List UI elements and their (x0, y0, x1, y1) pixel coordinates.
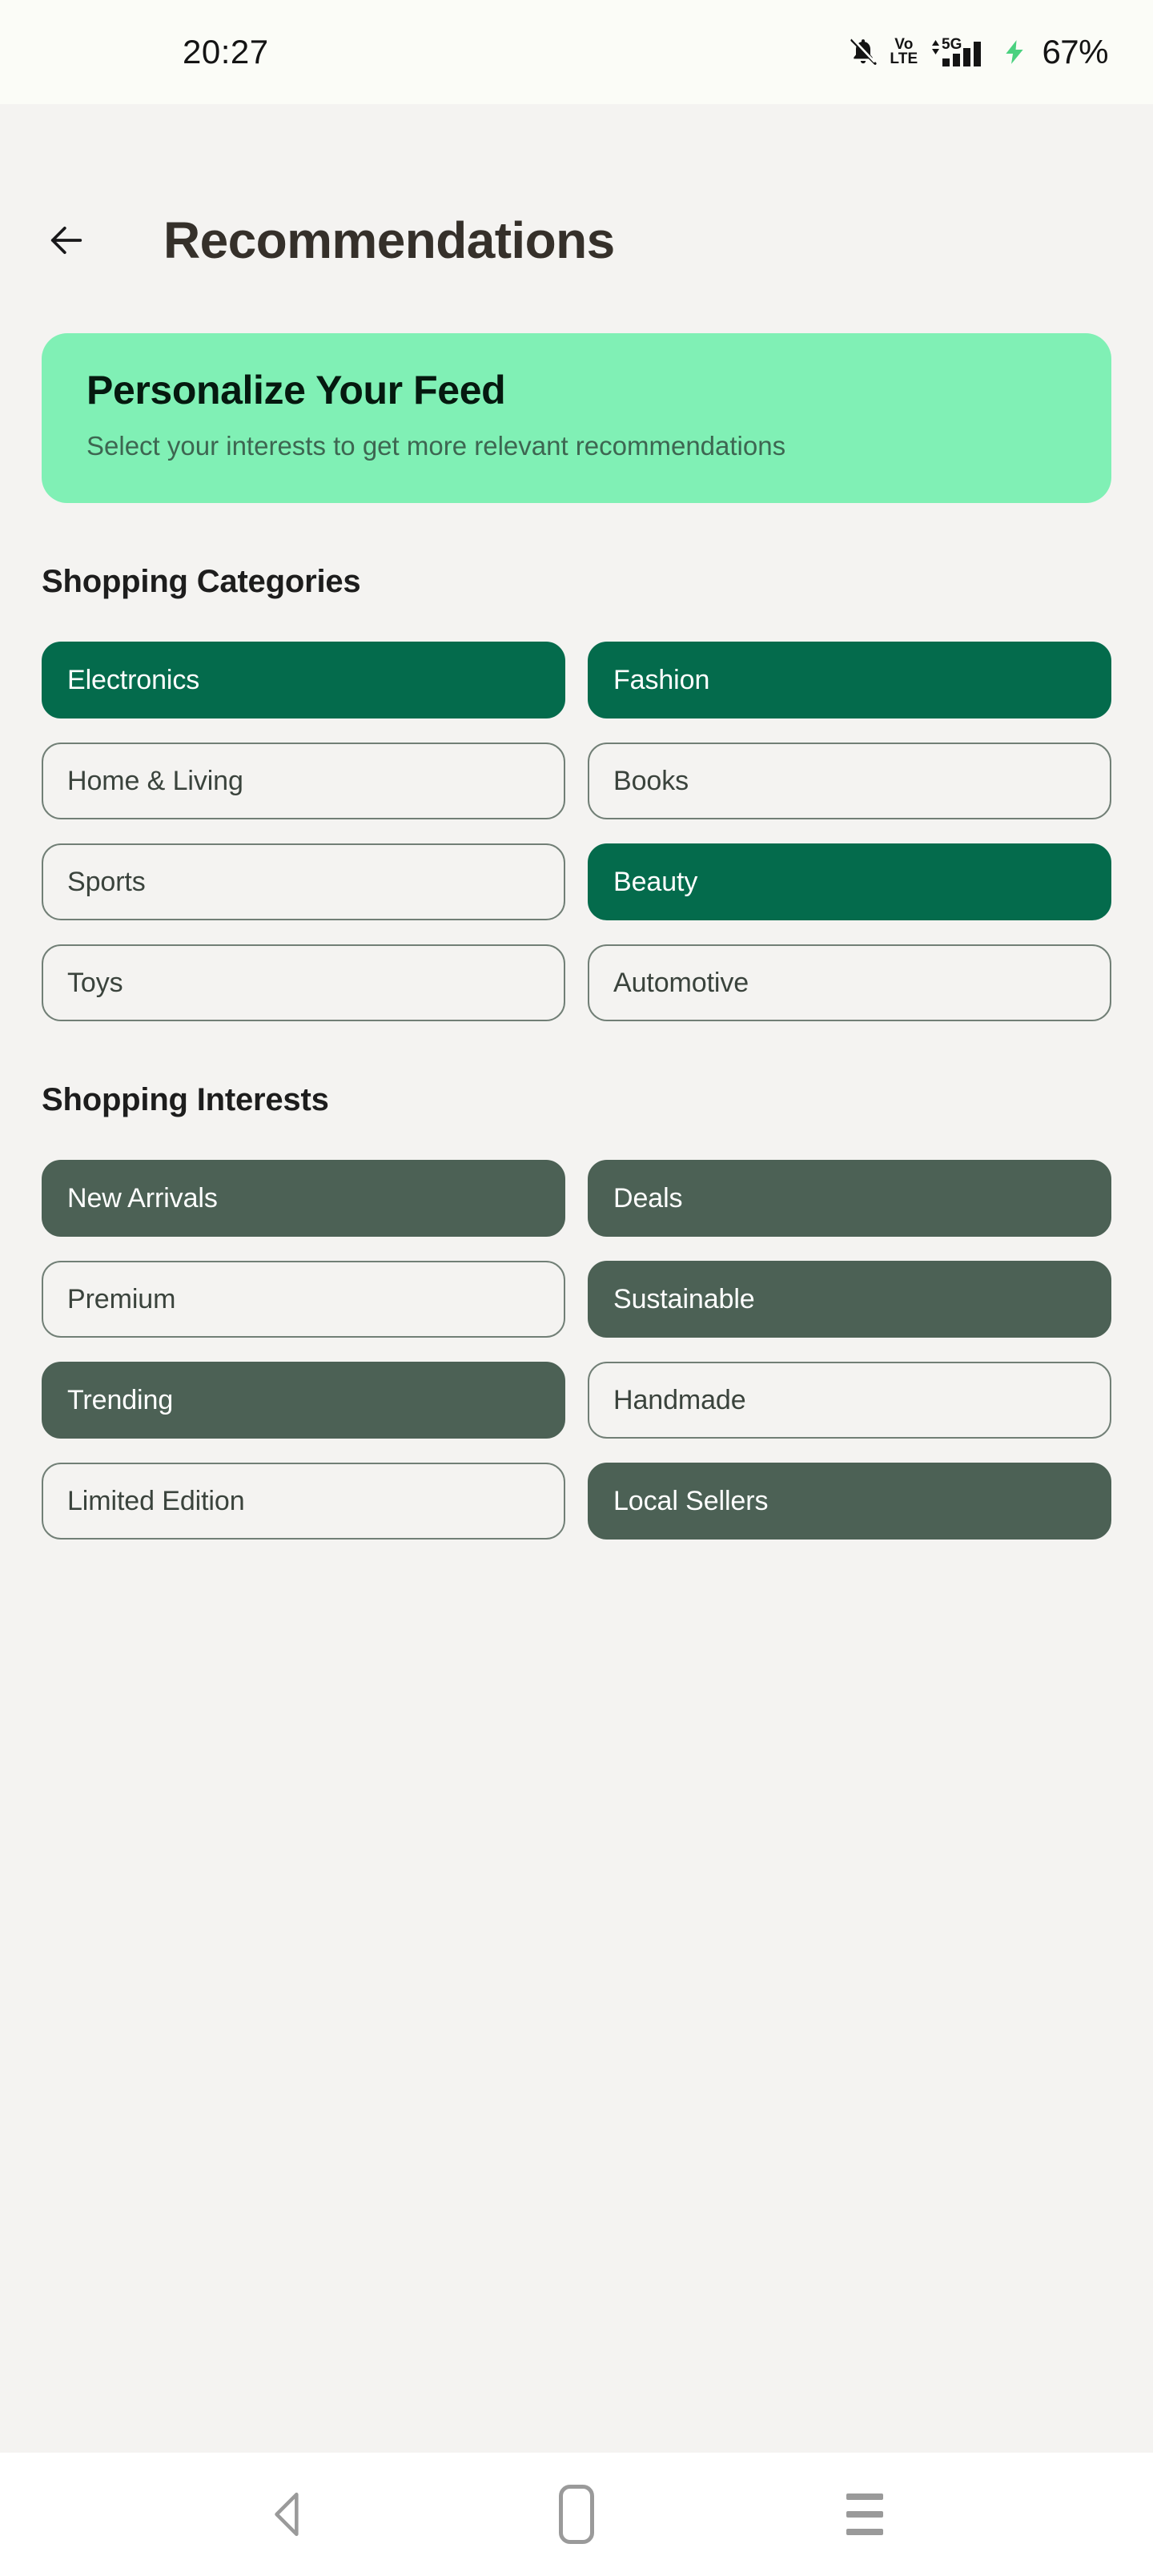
chip-label: Electronics (67, 664, 200, 695)
banner-title: Personalize Your Feed (86, 368, 506, 413)
chip-limited-edition[interactable]: Limited Edition (42, 1463, 565, 1540)
status-bar-icons: Vo LTE 5G 67% (847, 33, 1108, 71)
chip-automotive[interactable]: Automotive (588, 944, 1111, 1022)
chip-toys[interactable]: Toys (42, 944, 565, 1022)
chip-label: Automotive (613, 967, 749, 998)
chip-trending[interactable]: Trending (42, 1362, 565, 1439)
app-bar: Recommendations (42, 184, 1111, 296)
back-button[interactable] (37, 211, 96, 270)
page-title: Recommendations (163, 211, 615, 269)
chip-label: Home & Living (67, 765, 243, 796)
status-bar-clock: 20:27 (183, 33, 269, 70)
signal-5g-icon: 5G (928, 34, 990, 70)
volte-icon: Vo LTE (890, 35, 918, 67)
triangle-back-icon (275, 2492, 299, 2537)
shopping-interests-section: Shopping Interests New Arrivals Deals Pr… (42, 1082, 1111, 1540)
chip-label: Limited Edition (67, 1485, 245, 1516)
categories-chip-grid: Electronics Fashion Home & Living Books … (42, 642, 1111, 1022)
section-title-categories: Shopping Categories (42, 564, 361, 600)
banner-subtitle: Select your interests to get more releva… (86, 431, 786, 461)
chip-label: Beauty (613, 866, 698, 897)
chip-handmade[interactable]: Handmade (588, 1362, 1111, 1439)
section-title-interests: Shopping Interests (42, 1082, 329, 1118)
nav-home-button[interactable] (532, 2470, 621, 2558)
chip-label: Toys (67, 967, 123, 998)
charging-bolt-icon (1001, 34, 1028, 70)
chip-new-arrivals[interactable]: New Arrivals (42, 1160, 565, 1238)
phone-screen: 20:27 Vo LTE 5G 67% Recommendations Pers… (0, 0, 1153, 2576)
chip-label: Handmade (613, 1384, 746, 1415)
chip-label: Fashion (613, 664, 710, 695)
chip-electronics[interactable]: Electronics (42, 642, 565, 719)
chip-label: Trending (67, 1384, 174, 1415)
chip-label: Sustainable (613, 1283, 755, 1314)
svg-text:5G: 5G (942, 36, 962, 53)
chip-sports[interactable]: Sports (42, 843, 565, 921)
rounded-square-home-icon (559, 2485, 594, 2544)
chip-label: Local Sellers (613, 1485, 769, 1516)
arrow-left-icon (50, 226, 82, 255)
nav-recents-button[interactable] (821, 2470, 909, 2558)
notifications-muted-icon (847, 34, 879, 70)
chip-label: Premium (67, 1283, 176, 1314)
chip-fashion[interactable]: Fashion (588, 642, 1111, 719)
status-bar: 20:27 Vo LTE 5G 67% (0, 0, 1153, 104)
chip-label: Sports (67, 866, 146, 897)
chip-deals[interactable]: Deals (588, 1160, 1111, 1238)
nav-back-button[interactable] (244, 2470, 332, 2558)
chip-label: Deals (613, 1182, 683, 1214)
chip-beauty[interactable]: Beauty (588, 843, 1111, 921)
scroll-content: Recommendations Personalize Your Feed Se… (0, 104, 1153, 2453)
chip-label: Books (613, 765, 689, 796)
chip-home-living[interactable]: Home & Living (42, 743, 565, 820)
battery-percentage: 67% (1042, 33, 1108, 70)
chip-local-sellers[interactable]: Local Sellers (588, 1463, 1111, 1540)
chip-label: New Arrivals (67, 1182, 218, 1214)
chip-books[interactable]: Books (588, 743, 1111, 820)
chip-sustainable[interactable]: Sustainable (588, 1261, 1111, 1338)
personalize-banner[interactable]: Personalize Your Feed Select your intere… (42, 333, 1111, 504)
chip-premium[interactable]: Premium (42, 1261, 565, 1338)
android-navigation-bar (0, 2453, 1153, 2576)
shopping-categories-section: Shopping Categories Electronics Fashion … (42, 564, 1111, 1022)
hamburger-recents-icon (846, 2493, 883, 2535)
interests-chip-grid: New Arrivals Deals Premium Sustainable T… (42, 1160, 1111, 1540)
